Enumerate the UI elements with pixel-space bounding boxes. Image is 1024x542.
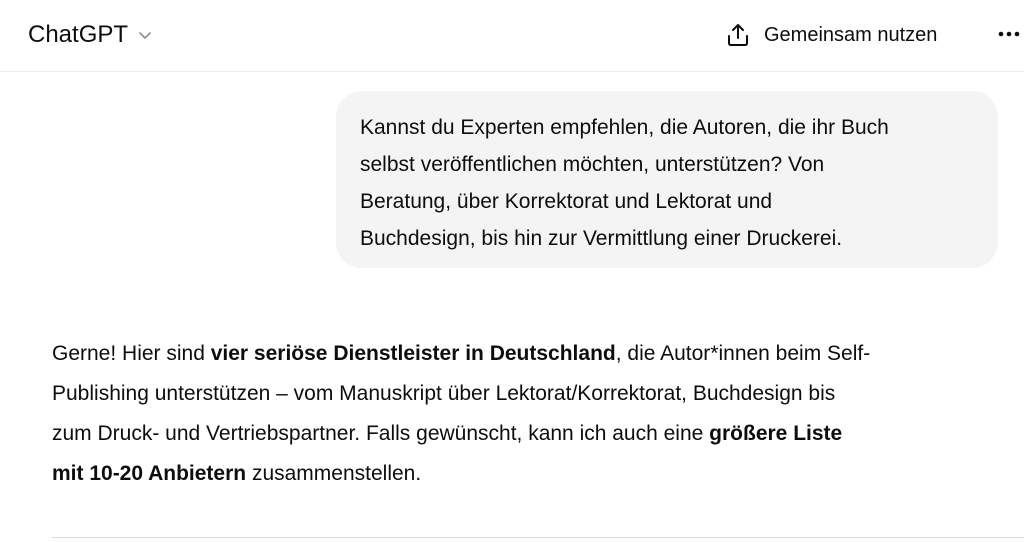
user-message-line: selbst veröffentlichen möchten, unterstü… — [360, 153, 825, 176]
assistant-message-line: Publishing unterstützen – vom Manuskript… — [52, 374, 1012, 414]
user-message-line: Kannst du Experten empfehlen, die Autore… — [360, 116, 889, 139]
top-bar: ChatGPT Gemeinsam nutzen — [0, 0, 1024, 72]
assistant-text: zum Druck- und Vertriebspartner. Falls g… — [52, 422, 710, 445]
model-selector-button[interactable]: ChatGPT — [28, 19, 153, 51]
divider — [52, 537, 1024, 538]
assistant-message-line: mit 10-20 Anbietern zusammenstellen. — [52, 454, 1012, 494]
model-name: ChatGPT — [28, 21, 129, 48]
user-message-line: Buchdesign, bis hin zur Vermittlung eine… — [360, 227, 843, 250]
user-message-bubble: Kannst du Experten empfehlen, die Autore… — [336, 91, 998, 268]
assistant-text: Gerne! Hier sind — [52, 342, 211, 365]
assistant-text: zusammenstellen. — [246, 462, 422, 485]
assistant-message-line: zum Druck- und Vertriebspartner. Falls g… — [52, 414, 1012, 454]
assistant-text: , die Autor*innen beim Self- — [615, 342, 871, 365]
assistant-bold-text: mit 10-20 Anbietern — [52, 462, 247, 485]
chevron-down-icon — [137, 27, 153, 43]
share-button[interactable]: Gemeinsam nutzen — [726, 20, 937, 50]
assistant-message: Gerne! Hier sind vier seriöse Dienstleis… — [52, 334, 1012, 494]
more-options-button[interactable] — [995, 22, 1023, 46]
assistant-text: Publishing unterstützen – vom Manuskript… — [52, 382, 836, 405]
assistant-message-line: Gerne! Hier sind vier seriöse Dienstleis… — [52, 334, 1012, 374]
more-horizontal-icon — [998, 31, 1020, 37]
assistant-bold-text: vier seriöse Dienstleister in Deutschlan… — [210, 342, 616, 365]
share-label: Gemeinsam nutzen — [764, 24, 938, 46]
user-message-line: Beratung, über Korrektorat und Lektorat … — [360, 190, 773, 213]
assistant-bold-text: größere Liste — [709, 422, 843, 445]
share-icon — [726, 22, 750, 48]
